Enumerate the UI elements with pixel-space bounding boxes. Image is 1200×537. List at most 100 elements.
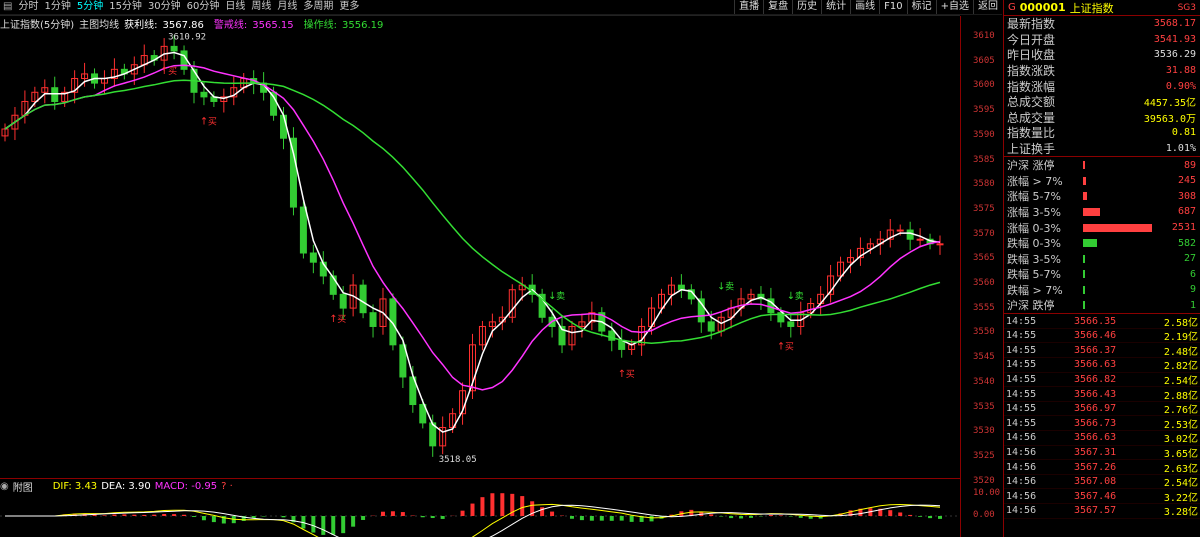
breadth-value: 687 — [1177, 206, 1196, 218]
tick-row: 14:56 3566.63 3.02亿 — [1004, 431, 1200, 446]
stock-chart-app: { "toolbar": { "periods": [ {"label":"分时… — [0, 0, 1200, 537]
tick-time: 14:55 — [1006, 315, 1037, 327]
breadth-value: 9 — [1189, 284, 1196, 296]
tick-row: 14:55 3566.46 2.19亿 — [1004, 329, 1200, 344]
signal-label: 买 — [626, 369, 635, 380]
breadth-row: 沪深 跌停 1 — [1004, 298, 1200, 314]
quote-label: 指数涨幅 — [1007, 79, 1056, 94]
breadth-bar — [1083, 192, 1087, 201]
sub-chart-toggle-icon[interactable]: ◉ — [0, 481, 9, 492]
tick-price: 3566.46 — [1074, 330, 1117, 342]
dea-value: DEA: 3.90 — [101, 480, 151, 492]
breadth-bar — [1083, 285, 1085, 294]
quote-row: 总成交额 4457.35亿 — [1004, 94, 1200, 110]
breadth-label: 跌幅 0-3% — [1007, 237, 1061, 251]
quote-row: 指数涨幅 0.90% — [1004, 78, 1200, 94]
quote-label: 指数涨跌 — [1007, 64, 1056, 79]
tick-volume: 2.48亿 — [1163, 346, 1198, 358]
tick-row: 14:56 3567.26 2.63亿 — [1004, 460, 1200, 475]
price-tick-label: 3560 — [973, 278, 995, 288]
tick-price: 3567.26 — [1074, 461, 1117, 473]
tick-time: 14:55 — [1006, 417, 1037, 429]
price-tick-label: 3545 — [973, 352, 995, 363]
tick-price: 3566.63 — [1074, 359, 1117, 371]
tick-price: 3567.46 — [1074, 490, 1117, 502]
quote-label: 最新指数 — [1007, 17, 1056, 32]
candle-body — [289, 137, 297, 208]
breadth-value: 27 — [1183, 253, 1196, 265]
tick-volume: 2.88亿 — [1163, 390, 1198, 402]
op-line — [4, 79, 941, 344]
low-price-label: 3518.05 — [439, 455, 477, 465]
quote-label: 总成交额 — [1007, 95, 1056, 110]
price-tick-label: 3525 — [973, 450, 995, 461]
candle-body — [896, 229, 904, 232]
breadth-value: 582 — [1177, 237, 1196, 249]
quote-value: 1.01% — [1165, 143, 1196, 155]
quote-panel: G 000001 上证指数 SG3 最新指数 3568.17 今日开盘 3541.93… — [1003, 0, 1200, 537]
tick-row: 14:55 3566.43 2.88亿 — [1004, 387, 1200, 402]
quote-label: 今日开盘 — [1007, 32, 1056, 47]
tick-price: 3566.82 — [1074, 373, 1117, 385]
breadth-bar — [1083, 176, 1086, 185]
stock-name: 上证指数 — [1069, 1, 1114, 15]
candle-body — [787, 321, 795, 327]
candle-body — [359, 284, 367, 314]
breadth-value: 1 — [1189, 299, 1196, 311]
quote-value: 0.81 — [1171, 127, 1196, 139]
quote-value: 4457.35亿 — [1143, 98, 1196, 110]
tick-price: 3566.37 — [1074, 344, 1117, 356]
breadth-bar — [1083, 301, 1085, 310]
tick-volume: 2.76亿 — [1163, 405, 1198, 417]
price-axis: 3610 3605 3600 3595 3590 3585 3580 3575 3570 3565… — [961, 0, 1003, 537]
breadth-bar — [1083, 223, 1152, 232]
candle-body — [906, 229, 914, 240]
price-tick-label: 3555 — [973, 302, 995, 313]
candle-body — [936, 243, 944, 246]
tick-time: 14:56 — [1006, 446, 1037, 458]
signal-label: 买 — [168, 66, 177, 77]
breadth-bar — [1083, 207, 1100, 216]
breadth-row: 跌幅 5-7% 6 — [1004, 267, 1200, 283]
tick-row: 14:55 3566.82 2.54亿 — [1004, 373, 1200, 388]
tick-volume: 2.54亿 — [1163, 375, 1198, 387]
quote-row: 昨日收盘 3536.29 — [1004, 47, 1200, 63]
tick-row: 14:56 3567.31 3.65亿 — [1004, 446, 1200, 461]
tick-price: 3567.31 — [1074, 446, 1117, 458]
quote-header: G 000001 上证指数 SG3 — [1004, 0, 1200, 16]
candle-body — [51, 87, 59, 102]
tick-time: 14:56 — [1006, 461, 1037, 473]
tick-time: 14:55 — [1006, 344, 1037, 356]
tick-price: 3567.08 — [1074, 476, 1117, 488]
tick-volume: 2.82亿 — [1163, 361, 1198, 373]
chart-canvas[interactable]: 3610.923518.05↑ 买↑ 买↓ 卖↓ 卖↓ 卖↑ 买↑ 买↑ 买 — [0, 0, 961, 537]
breadth-bar — [1083, 239, 1097, 248]
breadth-row: 涨幅 > 7% 245 — [1004, 173, 1200, 189]
quote-rows: 最新指数 3568.17 今日开盘 3541.93 昨日收盘 3536.29 指数涨跌 31.… — [1004, 16, 1200, 156]
price-tick-label: 3550 — [973, 327, 995, 338]
tick-row: 14:56 3567.08 2.54亿 — [1004, 475, 1200, 490]
breadth-row: 跌幅 3-5% 27 — [1004, 251, 1200, 267]
candle-body — [916, 238, 924, 241]
tick-volume: 2.19亿 — [1163, 332, 1198, 344]
quote-label: 总成交量 — [1007, 110, 1056, 125]
macd-tick-label: 0.00 — [973, 510, 995, 520]
tick-time: 14:55 — [1006, 330, 1037, 342]
quote-row: 总成交量 39563.0万 — [1004, 110, 1200, 126]
price-tick-label: 3605 — [973, 55, 995, 66]
price-tick-label: 3520 — [973, 475, 995, 486]
tick-price: 3566.73 — [1074, 417, 1117, 429]
tick-volume: 3.65亿 — [1163, 448, 1198, 460]
tick-row: 14:55 3566.73 2.53亿 — [1004, 416, 1200, 432]
quote-row: 指数量比 0.81 — [1004, 125, 1200, 141]
breadth-value: 6 — [1189, 268, 1196, 280]
tick-volume: 2.58亿 — [1163, 317, 1198, 329]
high-price-label: 3610.92 — [168, 32, 206, 42]
quote-value: 3536.29 — [1153, 49, 1196, 61]
sub-chart-label[interactable]: 附图 — [13, 479, 33, 494]
candle-body — [170, 45, 178, 52]
tick-time: 14:56 — [1006, 505, 1037, 517]
price-tick-label: 3565 — [973, 253, 995, 264]
tick-list[interactable]: 14:55 3566.35 2.58亿 14:55 3566.46 2.19亿 14:55 3… — [1004, 314, 1200, 519]
breadth-label: 涨幅 5-7% — [1007, 190, 1061, 204]
